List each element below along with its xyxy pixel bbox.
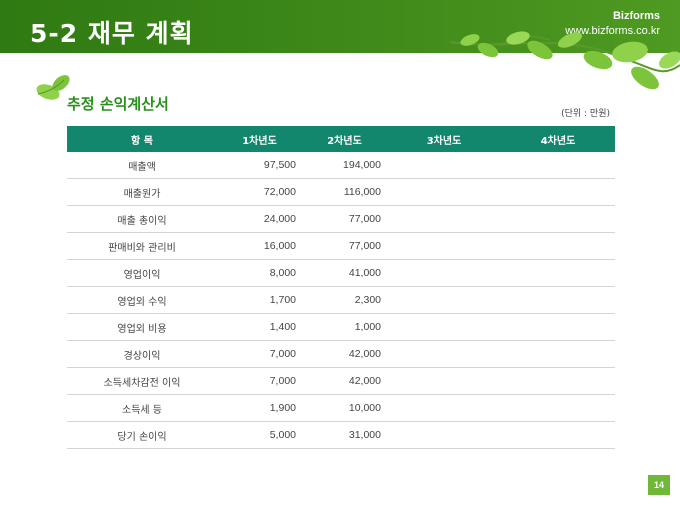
table-row: 매출액 97,500 194,000 <box>67 152 615 179</box>
cell-year-3 <box>387 152 501 179</box>
cell-year-4 <box>501 421 615 449</box>
table-header-row: 항 목 1차년도 2차년도 3차년도 4차년도 <box>67 126 615 152</box>
row-label: 매출액 <box>67 152 217 179</box>
cell-year-1: 1,700 <box>217 286 302 314</box>
cell-year-4 <box>501 340 615 368</box>
table-row: 매출원가 72,000 116,000 <box>67 178 615 206</box>
cell-year-1: 5,000 <box>217 421 302 449</box>
cell-year-1: 7,000 <box>217 367 302 395</box>
table-row: 영업이익 8,000 41,000 <box>67 259 615 287</box>
table-row: 소득세 등 1,900 10,000 <box>67 394 615 422</box>
cell-year-3 <box>387 286 501 314</box>
page-number-badge: 14 <box>648 475 670 495</box>
row-label: 당기 손이익 <box>67 421 217 449</box>
row-label: 영업이익 <box>67 259 217 287</box>
header-year-2: 2차년도 <box>302 126 387 152</box>
table-row: 경상이익 7,000 42,000 <box>67 340 615 368</box>
cell-year-1: 97,500 <box>217 152 302 179</box>
header-year-3: 3차년도 <box>387 126 501 152</box>
row-label: 소득세 등 <box>67 394 217 422</box>
cell-year-4 <box>501 152 615 179</box>
table-row: 매출 총이익 24,000 77,000 <box>67 205 615 233</box>
cell-year-3 <box>387 178 501 206</box>
table-row: 소득세차감전 이익 7,000 42,000 <box>67 367 615 395</box>
row-label: 매출원가 <box>67 178 217 206</box>
cell-year-2: 42,000 <box>302 367 387 395</box>
cell-year-1: 8,000 <box>217 259 302 287</box>
cell-year-2: 77,000 <box>302 232 387 260</box>
cell-year-3 <box>387 367 501 395</box>
row-label: 영업외 비용 <box>67 313 217 341</box>
cell-year-1: 7,000 <box>217 340 302 368</box>
cell-year-1: 24,000 <box>217 205 302 233</box>
cell-year-4 <box>501 367 615 395</box>
cell-year-1: 16,000 <box>217 232 302 260</box>
table-row: 영업외 수익 1,700 2,300 <box>67 286 615 314</box>
cell-year-2: 77,000 <box>302 205 387 233</box>
row-label: 경상이익 <box>67 340 217 368</box>
row-label: 매출 총이익 <box>67 205 217 233</box>
cell-year-2: 1,000 <box>302 313 387 341</box>
cell-year-2: 116,000 <box>302 178 387 206</box>
cell-year-2: 31,000 <box>302 421 387 449</box>
cell-year-3 <box>387 232 501 260</box>
table-row: 당기 손이익 5,000 31,000 <box>67 421 615 449</box>
slide-title: 5-2 재무 계획 <box>30 19 194 48</box>
cell-year-3 <box>387 421 501 449</box>
cell-year-4 <box>501 259 615 287</box>
header-item: 항 목 <box>67 126 217 152</box>
cell-year-2: 42,000 <box>302 340 387 368</box>
cell-year-1: 1,400 <box>217 313 302 341</box>
table-row: 영업외 비용 1,400 1,000 <box>67 313 615 341</box>
cell-year-4 <box>501 313 615 341</box>
header-year-1: 1차년도 <box>217 126 302 152</box>
cell-year-3 <box>387 259 501 287</box>
section-title: 추정 손익계산서 <box>67 95 169 113</box>
row-label: 판매비와 관리비 <box>67 232 217 260</box>
unit-note: (단위 : 만원) <box>561 109 610 119</box>
cell-year-4 <box>501 394 615 422</box>
cell-year-4 <box>501 286 615 314</box>
cell-year-2: 41,000 <box>302 259 387 287</box>
row-label: 영업외 수익 <box>67 286 217 314</box>
cell-year-3 <box>387 340 501 368</box>
cell-year-4 <box>501 205 615 233</box>
cell-year-1: 1,900 <box>217 394 302 422</box>
leaf-vine-icon <box>449 31 680 90</box>
cell-year-1: 72,000 <box>217 178 302 206</box>
header-year-4: 4차년도 <box>501 126 615 152</box>
cell-year-4 <box>501 232 615 260</box>
cell-year-2: 194,000 <box>302 152 387 179</box>
cell-year-3 <box>387 313 501 341</box>
row-label: 소득세차감전 이익 <box>67 367 217 395</box>
cell-year-4 <box>501 178 615 206</box>
cell-year-3 <box>387 205 501 233</box>
income-statement-table: 항 목 1차년도 2차년도 3차년도 4차년도 매출액 97,500 194,0… <box>67 126 615 449</box>
cell-year-2: 2,300 <box>302 286 387 314</box>
cell-year-3 <box>387 394 501 422</box>
cell-year-2: 10,000 <box>302 394 387 422</box>
table-row: 판매비와 관리비 16,000 77,000 <box>67 232 615 260</box>
